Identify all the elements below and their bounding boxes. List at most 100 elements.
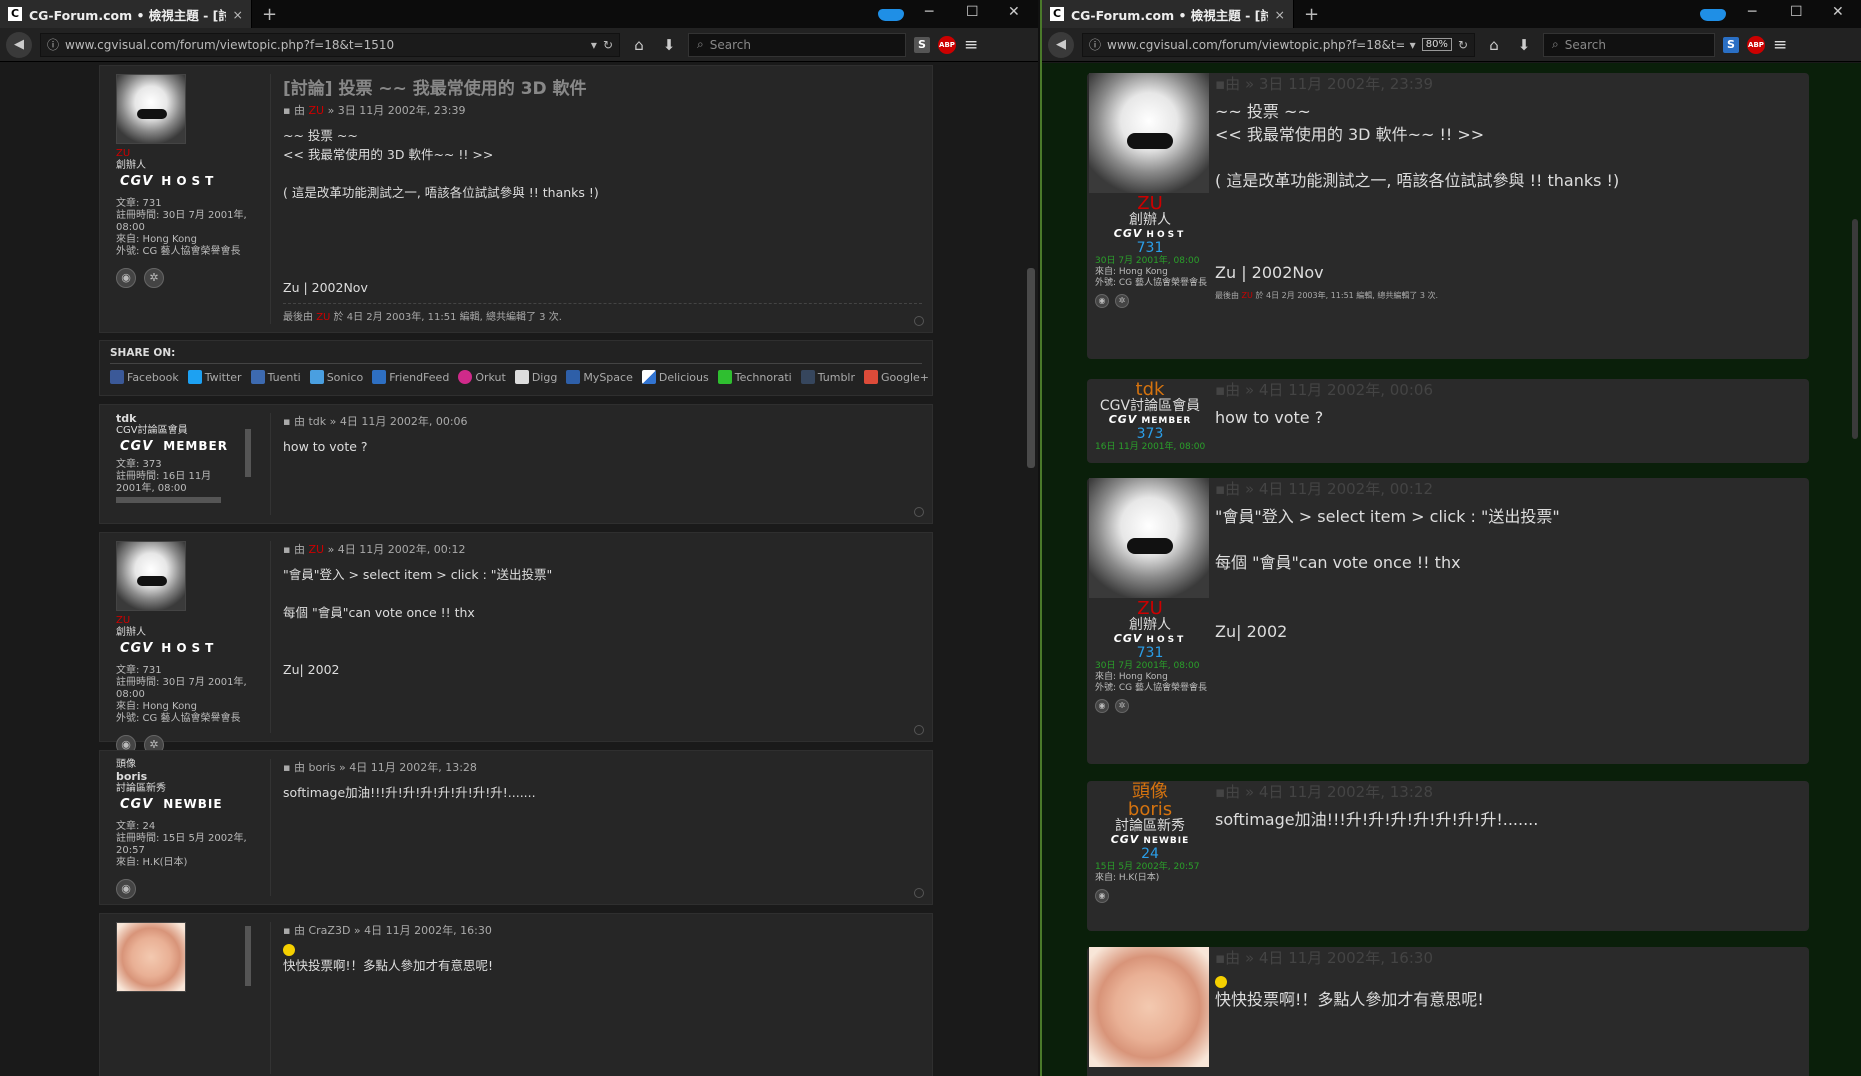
settings-icon[interactable]: ✲ — [144, 268, 164, 288]
avatar[interactable] — [116, 74, 186, 144]
profile-vscroll[interactable] — [245, 429, 251, 477]
avatar[interactable] — [1089, 947, 1209, 1067]
browser-tab[interactable]: C CG-Forum.com • 檢視主題 - [討論... × — [0, 0, 252, 28]
smiley-icon — [283, 943, 295, 956]
username[interactable]: ZU — [116, 148, 251, 160]
post-title[interactable]: [討論] 投票 ~~ 我最常使用的 3D 軟件 — [283, 74, 922, 99]
scrollbar-thumb[interactable] — [1852, 219, 1858, 439]
user-rank: 創辦人 — [116, 627, 146, 638]
edit-notice: 最後由 ZU 於 4日 2月 2003年, 11:51 編輯, 總共編輯了 3 … — [283, 303, 922, 323]
download-icon[interactable]: ⬇ — [658, 36, 680, 54]
globe-icon[interactable]: ◉ — [1095, 699, 1109, 713]
share-myspace[interactable]: MySpace — [566, 370, 633, 384]
close-window-button[interactable]: ✕ — [1008, 4, 1020, 20]
new-tab-button[interactable]: + — [1294, 4, 1329, 25]
username[interactable]: tdk — [116, 413, 251, 425]
adblock-icon[interactable]: ABP — [1747, 35, 1765, 54]
home-icon[interactable]: ⌂ — [628, 36, 650, 54]
globe-icon[interactable]: ◉ — [1095, 889, 1109, 903]
chevron-down-icon[interactable]: ▾ — [591, 38, 597, 52]
favicon-icon: C — [1050, 7, 1064, 21]
url-bar[interactable]: ⓘ www.cgvisual.com/forum/viewtopic.php?f… — [1082, 32, 1475, 57]
post-text: 快快投票啊!！多點人參加才有意思呢! — [1215, 990, 1484, 1009]
post: ▪由 » 4日 11月 2002年, 16:30 快快投票啊!！多點人參加才有意… — [1087, 947, 1809, 1076]
share-technorati[interactable]: Technorati — [717, 370, 792, 384]
post: ZU 創辦人 CGV HOST 731 30日 7月 2001年, 08:00 來… — [1087, 73, 1809, 359]
globe-icon[interactable]: ◉ — [116, 879, 136, 899]
user-info: 文章: 373 註冊時間: 16日 11月 2001年, 08:00 — [116, 459, 212, 494]
username[interactable]: ZU — [116, 615, 251, 627]
username[interactable]: tdk — [1089, 381, 1211, 399]
share-friendfeed[interactable]: FriendFeed — [372, 370, 449, 384]
globe-icon[interactable]: ◉ — [1095, 294, 1109, 308]
top-icon[interactable] — [914, 725, 924, 735]
back-button[interactable]: ◀ — [1048, 31, 1074, 58]
reload-icon[interactable]: ↻ — [603, 38, 613, 52]
avatar[interactable] — [1089, 478, 1209, 598]
settings-icon[interactable]: ✲ — [1115, 294, 1129, 308]
menu-icon[interactable]: ≡ — [1773, 35, 1787, 55]
share-tumblr[interactable]: Tumblr — [800, 370, 855, 384]
top-icon[interactable] — [914, 316, 924, 326]
avatar[interactable] — [1089, 73, 1209, 193]
user-location: 來自: Hong Kong — [1095, 267, 1168, 277]
back-button[interactable]: ◀ — [6, 31, 32, 58]
profile-scrollbar[interactable] — [116, 497, 221, 503]
globe-icon[interactable]: ◉ — [116, 268, 136, 288]
close-window-button[interactable]: ✕ — [1832, 4, 1844, 20]
share-googleplus[interactable]: Google+ — [864, 370, 929, 384]
username[interactable]: ZU — [1089, 195, 1211, 213]
user-nickname: 外號: CG 藝人協會榮譽會長 — [1095, 278, 1208, 288]
share-delicious[interactable]: Delicious — [641, 370, 709, 384]
info-icon[interactable]: ⓘ — [47, 36, 59, 53]
s-extension-icon[interactable]: S — [1723, 36, 1739, 53]
search-input[interactable]: ⌕ Search — [1543, 32, 1715, 57]
url-bar[interactable]: ⓘ www.cgvisual.com/forum/viewtopic.php?f… — [40, 32, 620, 57]
post-text: softimage加油!!!升!升!升!升!升!升!升!....... — [283, 785, 536, 800]
share-sonico[interactable]: Sonico — [309, 370, 363, 384]
scrollbar[interactable] — [1850, 63, 1860, 1076]
avatar[interactable] — [116, 922, 186, 992]
home-icon[interactable]: ⌂ — [1483, 36, 1505, 54]
settings-icon[interactable]: ✲ — [1115, 699, 1129, 713]
share-twitter[interactable]: Twitter — [187, 370, 242, 384]
new-tab-button[interactable]: + — [252, 4, 287, 25]
profile-vscroll[interactable] — [245, 926, 251, 986]
minimize-button[interactable]: ─ — [1748, 4, 1756, 20]
user-info: 文章: 731 註冊時間: 30日 7月 2001年, 08:00 來自: Ho… — [116, 198, 247, 257]
s-extension-icon[interactable]: S — [914, 36, 930, 53]
scrollbar[interactable] — [1026, 63, 1036, 1076]
share-heading: SHARE ON: — [110, 347, 922, 364]
info-icon[interactable]: ⓘ — [1089, 36, 1101, 53]
share-tuenti[interactable]: Tuenti — [250, 370, 301, 384]
username[interactable]: boris — [116, 771, 251, 783]
menu-icon[interactable]: ≡ — [964, 35, 978, 55]
avatar[interactable] — [116, 541, 186, 611]
chevron-down-icon[interactable]: ▾ — [1410, 38, 1416, 52]
post-text: "會員"登入 > select item > click : "送出投票" 每個… — [1215, 507, 1560, 641]
search-input[interactable]: ⌕ Search — [688, 32, 906, 57]
mask-icon[interactable] — [1700, 9, 1726, 21]
adblock-icon[interactable]: ABP — [938, 35, 956, 54]
post-meta: ▪ 由 ZU » 3日 11月 2002年, 23:39 — [283, 104, 466, 117]
scrollbar-thumb[interactable] — [1027, 268, 1035, 468]
mask-icon[interactable] — [878, 9, 904, 21]
top-icon[interactable] — [914, 888, 924, 898]
share-facebook[interactable]: Facebook — [110, 370, 179, 384]
username[interactable]: boris — [1089, 801, 1211, 819]
maximize-button[interactable]: ☐ — [1790, 4, 1803, 20]
zoom-level[interactable]: 80% — [1421, 38, 1452, 51]
browser-tab[interactable]: C CG-Forum.com • 檢視主題 - [討論... × — [1042, 0, 1294, 28]
top-icon[interactable] — [914, 507, 924, 517]
share-digg[interactable]: Digg — [514, 370, 557, 384]
post-icon: ▪ — [283, 104, 291, 117]
username[interactable]: ZU — [1089, 600, 1211, 618]
close-tab-icon[interactable]: × — [233, 7, 243, 22]
minimize-button[interactable]: ─ — [925, 4, 933, 20]
close-tab-icon[interactable]: × — [1275, 7, 1285, 22]
download-icon[interactable]: ⬇ — [1513, 36, 1535, 54]
reload-icon[interactable]: ↻ — [1458, 38, 1468, 52]
search-placeholder: Search — [709, 37, 751, 52]
maximize-button[interactable]: ☐ — [966, 4, 979, 20]
share-orkut[interactable]: Orkut — [458, 370, 506, 384]
